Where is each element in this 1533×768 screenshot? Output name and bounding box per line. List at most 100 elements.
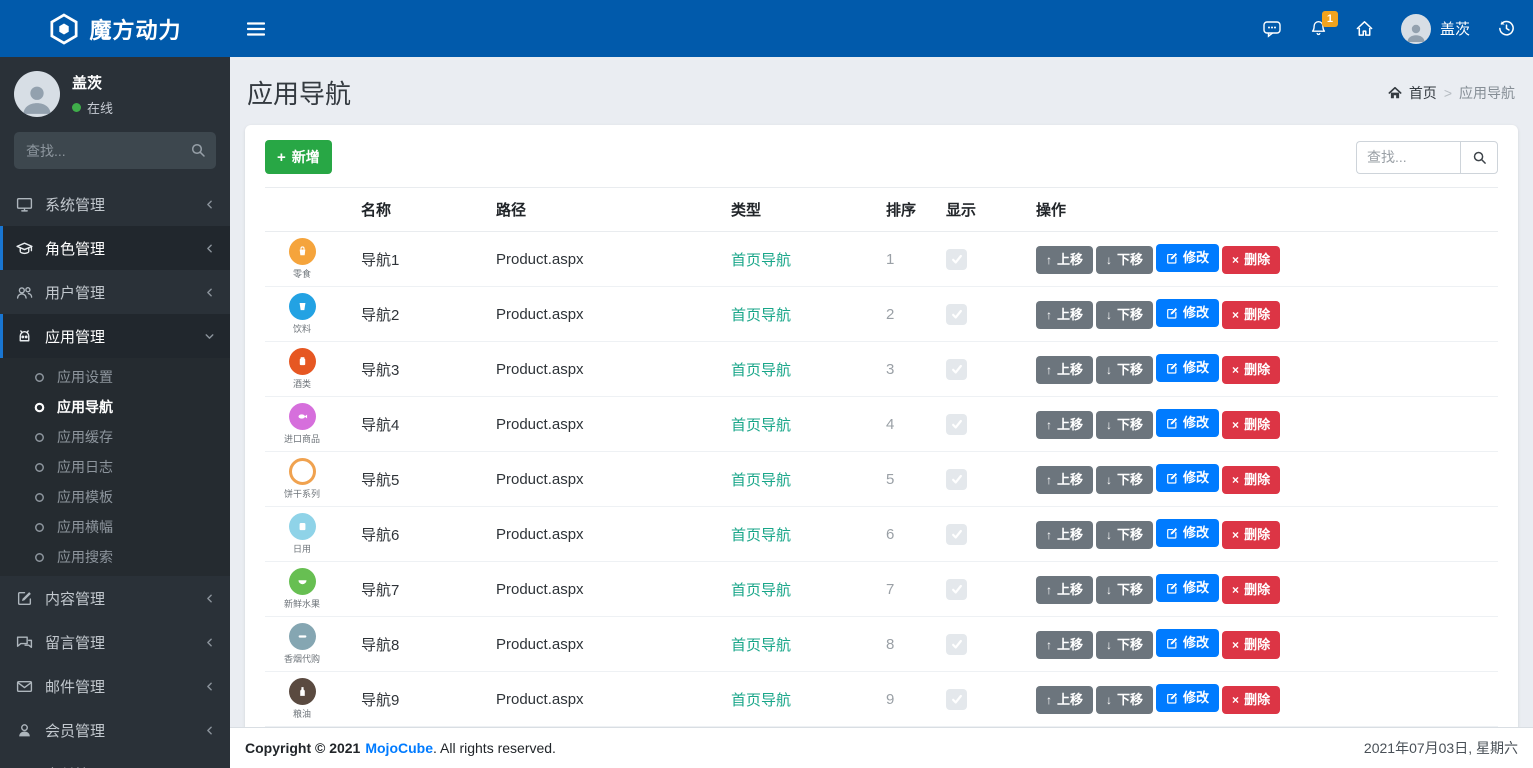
- move-down-button[interactable]: ↓ 下移: [1096, 686, 1154, 714]
- move-up-button[interactable]: ↑ 上移: [1036, 301, 1094, 329]
- sidebar-item[interactable]: 留言管理: [0, 620, 230, 664]
- move-down-button[interactable]: ↓ 下移: [1096, 521, 1154, 549]
- sidebar-item-label: 系统管理: [45, 196, 106, 214]
- sidebar-item[interactable]: 会员管理: [0, 708, 230, 752]
- nav-type-link[interactable]: 首页导航: [731, 637, 791, 654]
- footer-brand-link[interactable]: MojoCube: [365, 740, 433, 756]
- delete-button[interactable]: × 删除: [1222, 521, 1281, 549]
- sidebar-item[interactable]: 支付管理: [0, 752, 230, 768]
- move-up-button[interactable]: ↑ 上移: [1036, 521, 1094, 549]
- nav-sort-value: 5: [878, 451, 938, 507]
- edit-button[interactable]: 修改: [1156, 299, 1220, 327]
- edit-button[interactable]: 修改: [1156, 684, 1220, 712]
- nav-type-link[interactable]: 首页导航: [731, 527, 791, 544]
- edit-icon: [1166, 637, 1178, 649]
- sidebar-subitem[interactable]: 应用导航: [0, 392, 230, 422]
- move-down-button[interactable]: ↓ 下移: [1096, 411, 1154, 439]
- visible-checkbox[interactable]: [946, 248, 967, 270]
- sidebar-subitem-label: 应用日志: [57, 459, 113, 475]
- sidebar-item[interactable]: 系统管理: [0, 182, 230, 226]
- edit-button[interactable]: 修改: [1156, 574, 1220, 602]
- delete-button[interactable]: × 删除: [1222, 631, 1281, 659]
- brand-logo[interactable]: 魔方动力: [0, 0, 230, 57]
- nav-type-link[interactable]: 首页导航: [731, 252, 791, 269]
- move-up-button[interactable]: ↑ 上移: [1036, 686, 1094, 714]
- nav-sort-value: 7: [878, 561, 938, 617]
- sidebar-subitem[interactable]: 应用日志: [0, 452, 230, 482]
- visible-checkbox[interactable]: [946, 358, 967, 380]
- user-menu[interactable]: 盖茨: [1400, 13, 1470, 44]
- delete-button[interactable]: × 删除: [1222, 411, 1281, 439]
- notifications-icon[interactable]: 1: [1309, 11, 1338, 38]
- sidebar-subitem[interactable]: 应用缓存: [0, 422, 230, 452]
- delete-button[interactable]: × 删除: [1222, 576, 1281, 604]
- move-up-button[interactable]: ↑ 上移: [1036, 466, 1094, 494]
- sidebar-item-label: 支付管理: [45, 764, 105, 768]
- sidebar-item[interactable]: 用户管理: [0, 270, 230, 314]
- nav-sort-value: 4: [878, 396, 938, 452]
- move-down-button[interactable]: ↓ 下移: [1096, 466, 1154, 494]
- history-icon[interactable]: [1497, 19, 1516, 38]
- biscuit-icon: [288, 458, 316, 485]
- move-up-button[interactable]: ↑ 上移: [1036, 356, 1094, 384]
- delete-button[interactable]: × 删除: [1222, 686, 1281, 714]
- delete-button[interactable]: × 删除: [1222, 356, 1281, 384]
- chat-icon[interactable]: [1262, 19, 1282, 39]
- edit-button[interactable]: 修改: [1156, 629, 1220, 657]
- sidebar-item[interactable]: 邮件管理: [0, 664, 230, 708]
- table-search-input[interactable]: [1356, 140, 1460, 174]
- edit-button[interactable]: 修改: [1156, 244, 1220, 272]
- delete-button[interactable]: × 删除: [1222, 466, 1281, 494]
- edit-button[interactable]: 修改: [1156, 464, 1220, 492]
- sidebar-item-label: 邮件管理: [45, 678, 106, 696]
- category-label: 饼干系列: [283, 489, 320, 499]
- edit-button[interactable]: 修改: [1156, 519, 1220, 547]
- visible-checkbox[interactable]: [946, 688, 967, 710]
- nav-type-link[interactable]: 首页导航: [731, 362, 791, 379]
- sidebar-item[interactable]: 内容管理: [0, 576, 230, 620]
- nav-type-link[interactable]: 首页导航: [731, 417, 791, 434]
- sidebar-subitem[interactable]: 应用横幅: [0, 512, 230, 542]
- hamburger-menu-icon[interactable]: [247, 21, 265, 36]
- move-up-button[interactable]: ↑ 上移: [1036, 411, 1094, 439]
- visible-checkbox[interactable]: [946, 413, 967, 435]
- home-icon[interactable]: [1355, 19, 1374, 38]
- move-up-button[interactable]: ↑ 上移: [1036, 576, 1094, 604]
- visible-checkbox[interactable]: [946, 303, 967, 325]
- delete-button[interactable]: × 删除: [1222, 246, 1281, 274]
- visible-checkbox[interactable]: [946, 633, 967, 655]
- sidebar-subitem[interactable]: 应用搜索: [0, 542, 230, 572]
- move-up-button[interactable]: ↑ 上移: [1036, 631, 1094, 659]
- visible-checkbox[interactable]: [946, 468, 967, 490]
- move-up-button[interactable]: ↑ 上移: [1036, 246, 1094, 274]
- nav-type-link[interactable]: 首页导航: [731, 692, 791, 709]
- arrow-up-icon: ↑: [1046, 308, 1052, 322]
- visible-checkbox[interactable]: [946, 578, 967, 600]
- sidebar-item[interactable]: 角色管理: [0, 226, 230, 270]
- delete-button[interactable]: × 删除: [1222, 301, 1281, 329]
- move-down-button[interactable]: ↓ 下移: [1096, 576, 1154, 604]
- sidebar-item[interactable]: 应用管理: [0, 314, 230, 358]
- edit-button[interactable]: 修改: [1156, 354, 1220, 382]
- move-down-button[interactable]: ↓ 下移: [1096, 246, 1154, 274]
- search-icon[interactable]: [190, 142, 206, 158]
- sidebar-subitem[interactable]: 应用模板: [0, 482, 230, 512]
- arrow-up-icon: ↑: [1046, 693, 1052, 707]
- move-down-button[interactable]: ↓ 下移: [1096, 356, 1154, 384]
- sidebar-search-input[interactable]: [14, 132, 216, 169]
- sidebar-subitem[interactable]: 应用设置: [0, 362, 230, 392]
- add-button[interactable]: + 新增: [265, 140, 332, 174]
- footer-date: 2021年07月03日, 星期六: [1363, 740, 1518, 756]
- nav-name: 导航1: [353, 231, 488, 287]
- nav-path: Product.aspx: [488, 341, 723, 397]
- move-down-button[interactable]: ↓ 下移: [1096, 301, 1154, 329]
- move-down-button[interactable]: ↓ 下移: [1096, 631, 1154, 659]
- nav-type-link[interactable]: 首页导航: [731, 307, 791, 324]
- visible-checkbox[interactable]: [946, 523, 967, 545]
- edit-button[interactable]: 修改: [1156, 409, 1220, 437]
- nav-type-link[interactable]: 首页导航: [731, 472, 791, 489]
- search-button[interactable]: [1460, 140, 1498, 174]
- breadcrumb-home-link[interactable]: 首页: [1409, 83, 1437, 103]
- nav-path: Product.aspx: [488, 286, 723, 342]
- nav-type-link[interactable]: 首页导航: [731, 582, 791, 599]
